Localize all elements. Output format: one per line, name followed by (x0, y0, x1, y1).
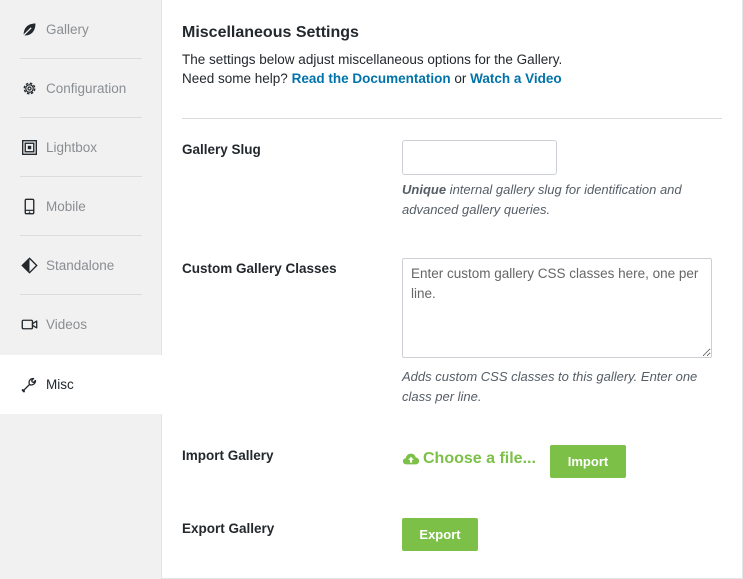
sidebar-item-label: Configuration (46, 81, 127, 96)
export-button[interactable]: Export (402, 518, 478, 551)
help-prefix: Need some help? (182, 71, 288, 86)
sidebar-item-videos[interactable]: Videos (0, 295, 162, 354)
sidebar-item-configuration[interactable]: Configuration (0, 59, 162, 118)
gallery-slug-input[interactable] (402, 140, 557, 175)
custom-classes-help: Adds custom CSS classes to this gallery.… (402, 369, 698, 404)
help-emphasis: Unique (402, 182, 447, 197)
sidebar-item-label: Gallery (46, 22, 89, 37)
mobile-icon (20, 198, 38, 216)
import-button[interactable]: Import (550, 445, 626, 478)
export-gallery-label: Export Gallery (182, 521, 275, 536)
sidebar-item-label: Standalone (46, 258, 115, 273)
documentation-link[interactable]: Read the Documentation (292, 71, 451, 86)
gear-icon (20, 80, 38, 98)
settings-sidebar: Gallery Configuration Lightbox Mobile St… (0, 0, 163, 579)
section-divider (182, 118, 722, 119)
watch-video-link[interactable]: Watch a Video (470, 71, 562, 86)
sidebar-item-standalone[interactable]: Standalone (0, 236, 162, 295)
sidebar-item-gallery[interactable]: Gallery (0, 0, 162, 59)
custom-classes-label: Custom Gallery Classes (182, 261, 337, 276)
choose-file-button[interactable]: Choose a file... (402, 450, 536, 468)
sidebar-item-mobile[interactable]: Mobile (0, 177, 162, 236)
gallery-slug-help: Unique internal gallery slug for identif… (402, 180, 722, 220)
standalone-icon (20, 257, 38, 275)
sidebar-item-misc[interactable]: Misc (0, 355, 163, 414)
or-text: or (454, 71, 467, 86)
sidebar-item-label: Videos (46, 317, 88, 332)
lightbox-icon (20, 139, 38, 157)
custom-classes-textarea[interactable] (402, 258, 712, 358)
import-gallery-label: Import Gallery (182, 448, 274, 463)
help-line: Need some help? Read the Documentation o… (182, 71, 562, 86)
page-title: Miscellaneous Settings (182, 24, 359, 41)
sidebar-item-label: Lightbox (46, 140, 98, 155)
sidebar-item-label: Mobile (46, 199, 86, 214)
choose-file-label: Choose a file... (423, 450, 536, 467)
sidebar-item-label: Misc (46, 377, 74, 392)
video-icon (20, 316, 38, 334)
page-description: The settings below adjust miscellaneous … (182, 52, 563, 67)
sidebar-item-lightbox[interactable]: Lightbox (0, 118, 162, 177)
wrench-icon (20, 376, 38, 394)
leaf-icon (20, 21, 38, 39)
cloud-upload-icon (402, 452, 420, 466)
gallery-slug-label: Gallery Slug (182, 142, 261, 157)
